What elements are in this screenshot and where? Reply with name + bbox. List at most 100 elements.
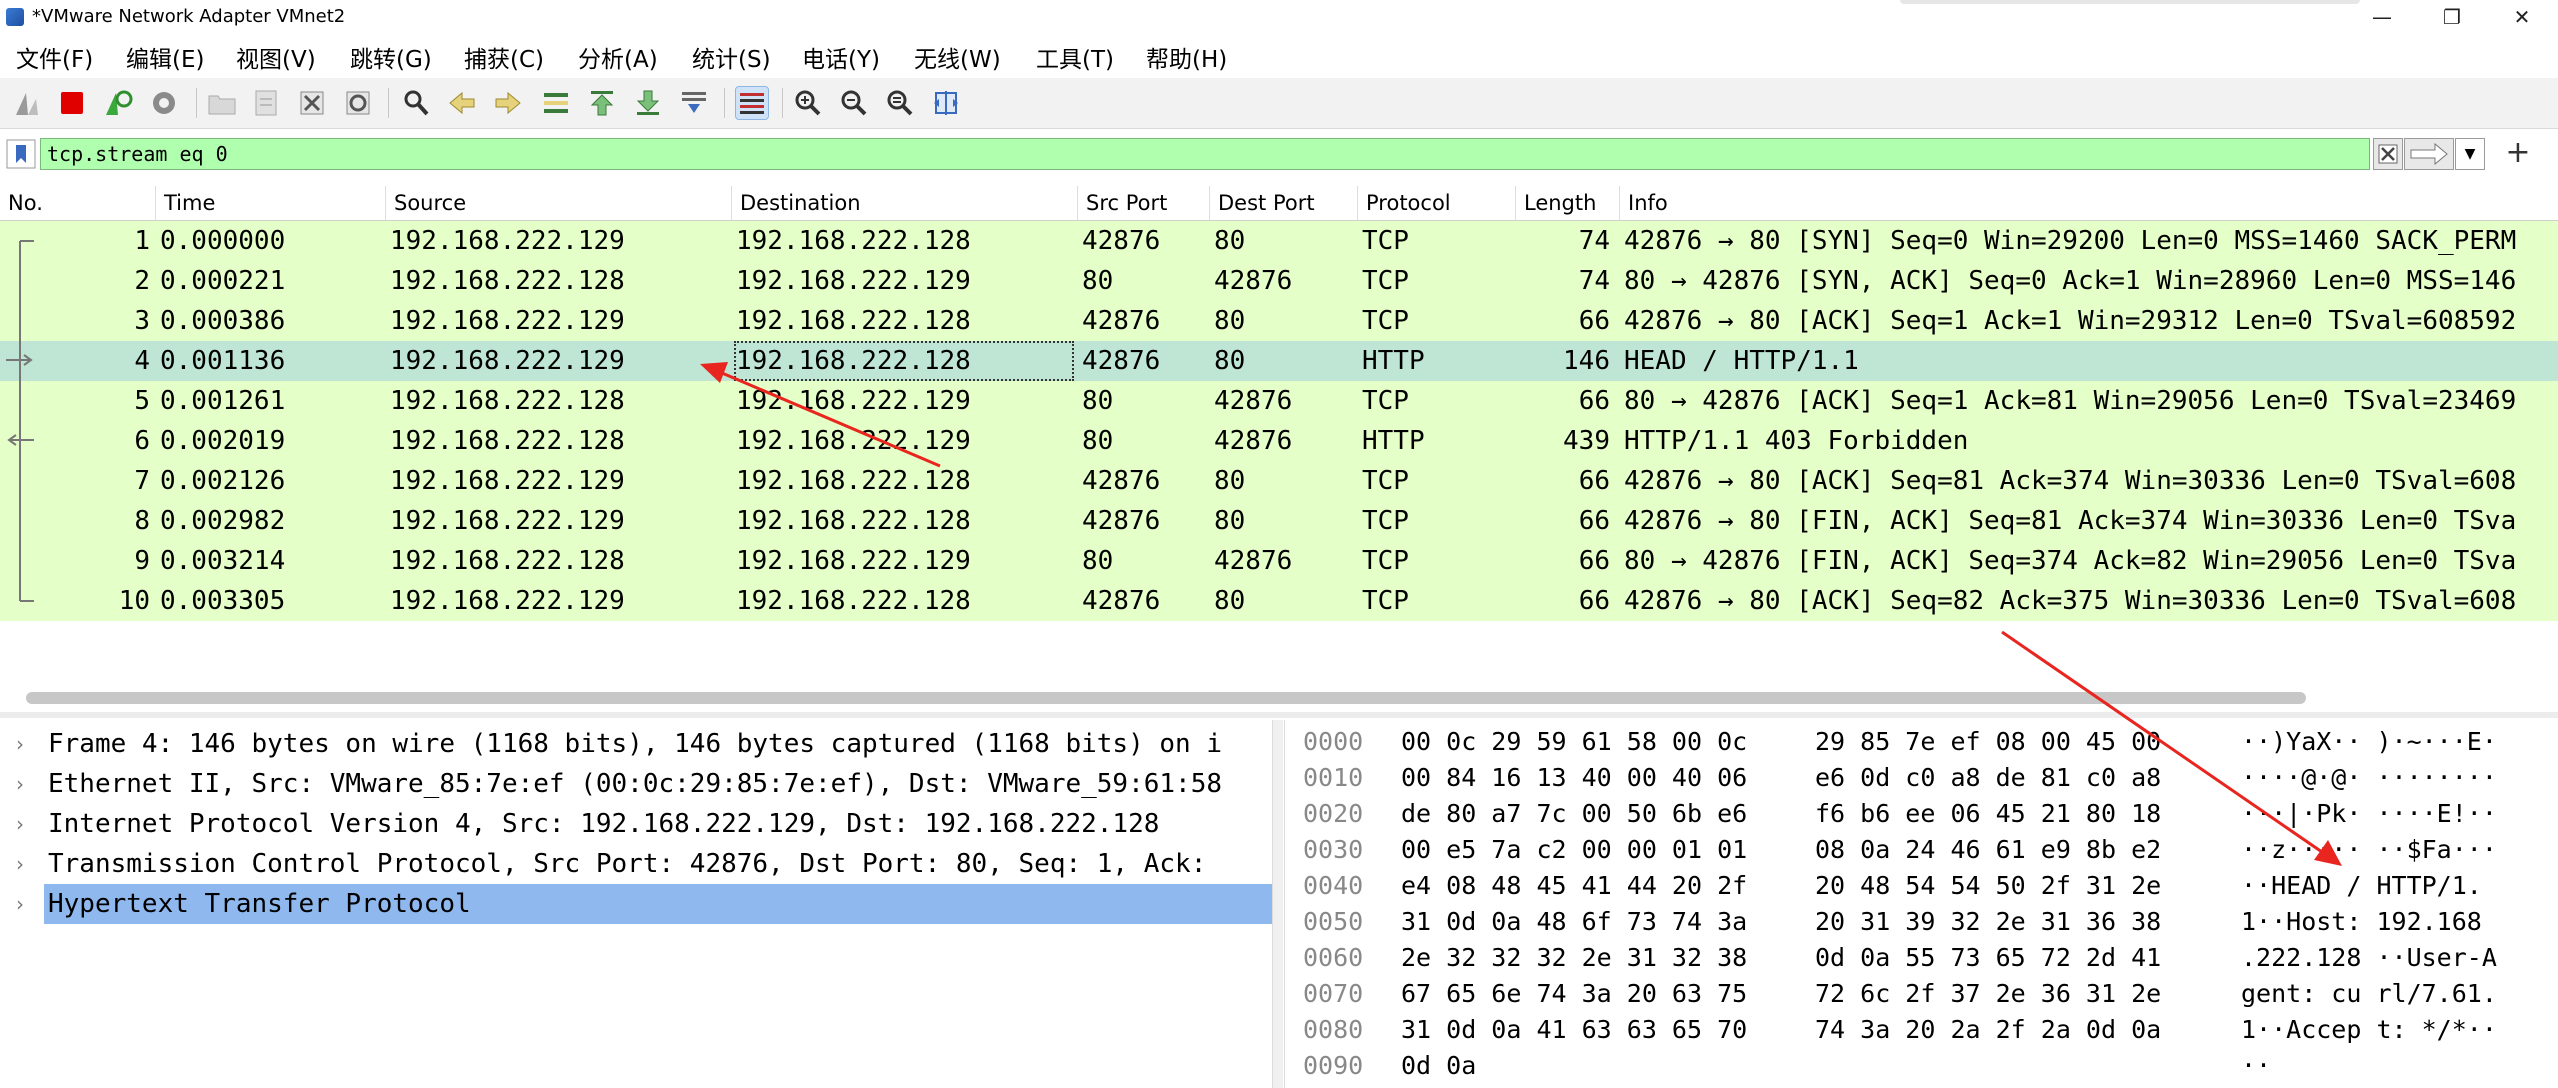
ascii-bytes[interactable]: ··)YaX·· )·~···E· <box>2241 724 2497 760</box>
hex-bytes-right[interactable]: f6 b6 ee 06 45 21 80 18 <box>1815 796 2161 832</box>
go-back-icon[interactable] <box>446 87 478 119</box>
column-header-info[interactable]: Info <box>1620 186 2558 220</box>
column-header-source[interactable]: Source <box>386 186 732 220</box>
reload-file-icon[interactable] <box>342 87 374 119</box>
ascii-bytes[interactable]: .222.128 ··User-A <box>2241 940 2497 976</box>
hex-bytes-right[interactable]: 72 6c 2f 37 2e 36 31 2e <box>1815 976 2161 1012</box>
bookmark-icon[interactable] <box>6 139 36 169</box>
expand-chevron-icon[interactable]: › <box>16 852 24 876</box>
open-file-icon[interactable] <box>206 87 238 119</box>
menu-help[interactable]: 帮助(H) <box>1146 40 1227 74</box>
hex-bytes-left[interactable]: 67 65 6e 74 3a 20 63 75 <box>1401 976 1747 1012</box>
menu-go[interactable]: 跳转(G) <box>350 40 432 74</box>
hex-bytes-left[interactable]: de 80 a7 7c 00 50 6b e6 <box>1401 796 1747 832</box>
packet-row[interactable]: 9 0.003214 192.168.222.128 192.168.222.1… <box>0 541 2558 581</box>
packet-row-selected[interactable]: 4 0.001136 192.168.222.129 192.168.222.1… <box>0 341 2558 381</box>
go-first-icon[interactable] <box>586 87 618 119</box>
packet-row[interactable]: 8 0.002982 192.168.222.129 192.168.222.1… <box>0 501 2558 541</box>
minimize-button[interactable]: — <box>2350 0 2414 34</box>
ascii-bytes[interactable]: ·· <box>2241 1048 2271 1084</box>
menu-capture[interactable]: 捕获(C) <box>464 40 544 74</box>
restart-capture-icon[interactable] <box>102 87 134 119</box>
column-header-dest-port[interactable]: Dest Port <box>1210 186 1358 220</box>
zoom-normal-icon[interactable] <box>884 87 916 119</box>
menu-wireless[interactable]: 无线(W) <box>914 40 1001 74</box>
menu-analyze[interactable]: 分析(A) <box>578 40 658 74</box>
close-file-icon[interactable] <box>296 87 328 119</box>
zoom-in-icon[interactable] <box>792 87 824 119</box>
column-header-destination[interactable]: Destination <box>732 186 1078 220</box>
expand-chevron-icon[interactable]: › <box>16 892 24 916</box>
colorize-icon[interactable] <box>735 86 769 120</box>
packet-row[interactable]: 5 0.001261 192.168.222.128 192.168.222.1… <box>0 381 2558 421</box>
save-file-icon[interactable] <box>250 87 282 119</box>
packet-row[interactable]: 2 0.000221 192.168.222.128 192.168.222.1… <box>0 261 2558 301</box>
column-header-src-port[interactable]: Src Port <box>1078 186 1210 220</box>
menu-statistics[interactable]: 统计(S) <box>692 40 771 74</box>
hex-bytes-left[interactable]: 0d 0a <box>1401 1048 1476 1084</box>
find-packet-icon[interactable] <box>400 87 432 119</box>
detail-tree-item-ipv4[interactable]: › Internet Protocol Version 4, Src: 192.… <box>0 804 1272 844</box>
column-header-no[interactable]: No. <box>0 186 156 220</box>
zoom-out-icon[interactable] <box>838 87 870 119</box>
hex-bytes-right[interactable]: 20 31 39 32 2e 31 36 38 <box>1815 904 2161 940</box>
packet-list-horizontal-scrollbar[interactable] <box>26 692 2306 704</box>
hex-bytes-left[interactable]: e4 08 48 45 41 44 20 2f <box>1401 868 1747 904</box>
shark-fin-icon[interactable] <box>12 87 44 119</box>
pane-splitter[interactable] <box>0 712 2558 718</box>
ascii-bytes[interactable]: ···|·Pk· ····E!·· <box>2241 796 2497 832</box>
ascii-bytes[interactable]: ····@·@· ········ <box>2241 760 2497 796</box>
column-header-time[interactable]: Time <box>156 186 386 220</box>
hex-bytes-left[interactable]: 00 84 16 13 40 00 40 06 <box>1401 760 1747 796</box>
column-header-protocol[interactable]: Protocol <box>1358 186 1516 220</box>
packet-row[interactable]: 6 0.002019 192.168.222.128 192.168.222.1… <box>0 421 2558 461</box>
hex-bytes-left[interactable]: 00 0c 29 59 61 58 00 0c <box>1401 724 1747 760</box>
expand-chevron-icon[interactable]: › <box>16 812 24 836</box>
filter-history-dropdown-icon[interactable]: ▼ <box>2455 138 2485 170</box>
ascii-bytes[interactable]: ··HEAD / HTTP/1. <box>2241 868 2482 904</box>
stop-capture-icon[interactable] <box>56 87 88 119</box>
ascii-bytes[interactable]: ··z····· ··$Fa··· <box>2241 832 2497 868</box>
detail-tree-item-ethernet[interactable]: › Ethernet II, Src: VMware_85:7e:ef (00:… <box>0 764 1272 804</box>
hex-bytes-left[interactable]: 31 0d 0a 41 63 63 65 70 <box>1401 1012 1747 1048</box>
display-filter-input[interactable]: tcp.stream eq 0 <box>40 138 2370 170</box>
hex-bytes-left[interactable]: 2e 32 32 32 2e 31 32 38 <box>1401 940 1747 976</box>
autoscroll-icon[interactable] <box>678 87 710 119</box>
hex-bytes-right[interactable]: e6 0d c0 a8 de 81 c0 a8 <box>1815 760 2161 796</box>
ascii-bytes[interactable]: gent: cu rl/7.61. <box>2241 976 2497 1012</box>
go-forward-icon[interactable] <box>492 87 524 119</box>
hex-bytes-right[interactable]: 74 3a 20 2a 2f 2a 0d 0a <box>1815 1012 2161 1048</box>
capture-options-icon[interactable] <box>148 87 180 119</box>
expand-chevron-icon[interactable]: › <box>16 772 24 796</box>
packet-row[interactable]: 3 0.000386 192.168.222.129 192.168.222.1… <box>0 301 2558 341</box>
packet-row[interactable]: 7 0.002126 192.168.222.129 192.168.222.1… <box>0 461 2558 501</box>
maximize-button[interactable]: ❐ <box>2420 0 2484 34</box>
go-last-icon[interactable] <box>632 87 664 119</box>
menu-edit[interactable]: 编辑(E) <box>126 40 204 74</box>
close-window-button[interactable]: ✕ <box>2490 0 2554 34</box>
vertical-pane-splitter[interactable] <box>1272 720 1283 1088</box>
clear-filter-icon[interactable] <box>2373 138 2403 170</box>
ascii-bytes[interactable]: 1··Accep t: */*·· <box>2241 1012 2497 1048</box>
menu-telephony[interactable]: 电话(Y) <box>802 40 880 74</box>
hex-bytes-right[interactable]: 29 85 7e ef 08 00 45 00 <box>1815 724 2161 760</box>
detail-tree-item-frame[interactable]: › Frame 4: 146 bytes on wire (1168 bits)… <box>0 724 1272 764</box>
detail-tree-item-http-selected[interactable]: Hypertext Transfer Protocol <box>44 884 1272 924</box>
packet-row[interactable]: 10 0.003305 192.168.222.129 192.168.222.… <box>0 581 2558 621</box>
menu-tools[interactable]: 工具(T) <box>1036 40 1114 74</box>
hex-bytes-left[interactable]: 00 e5 7a c2 00 00 01 01 <box>1401 832 1747 868</box>
go-to-packet-icon[interactable] <box>540 87 572 119</box>
ascii-bytes[interactable]: 1··Host: 192.168 <box>2241 904 2482 940</box>
add-filter-button-icon[interactable]: + <box>2500 135 2536 173</box>
expand-chevron-icon[interactable]: › <box>16 732 24 756</box>
detail-tree-item-tcp[interactable]: › Transmission Control Protocol, Src Por… <box>0 844 1272 884</box>
hex-bytes-right[interactable]: 0d 0a 55 73 65 72 2d 41 <box>1815 940 2161 976</box>
column-header-length[interactable]: Length <box>1516 186 1620 220</box>
hex-bytes-right[interactable]: 08 0a 24 46 61 e9 8b e2 <box>1815 832 2161 868</box>
apply-filter-arrow-icon[interactable] <box>2404 138 2454 170</box>
hex-bytes-left[interactable]: 31 0d 0a 48 6f 73 74 3a <box>1401 904 1747 940</box>
packet-destination-focused-cell[interactable]: 192.168.222.128 <box>734 341 1074 381</box>
packet-row[interactable]: 1 0.000000 192.168.222.129 192.168.222.1… <box>0 221 2558 261</box>
hex-bytes-right[interactable]: 20 48 54 54 50 2f 31 2e <box>1815 868 2161 904</box>
menu-view[interactable]: 视图(V) <box>236 40 316 74</box>
